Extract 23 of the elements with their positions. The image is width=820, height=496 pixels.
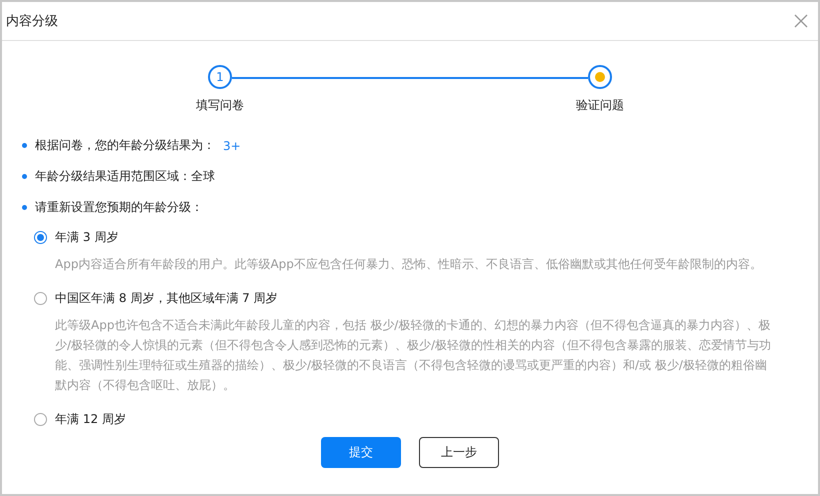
option-label[interactable]: 年满 12 周岁 (55, 411, 126, 428)
info-text: 根据问卷，您的年龄分级结果为： (35, 137, 215, 154)
step-label: 验证问题 (576, 97, 624, 114)
submit-button[interactable]: 提交 (321, 437, 401, 468)
bullet-dot (22, 205, 27, 210)
step-indicator: 1 (208, 65, 232, 89)
option-label[interactable]: 年满 3 周岁 (55, 229, 118, 246)
dialog-title: 内容分级 (6, 13, 58, 30)
radio-button[interactable] (34, 292, 47, 305)
step-indicator (588, 65, 612, 89)
info-text: 请重新设置您预期的年龄分级： (35, 199, 203, 216)
back-button[interactable]: 上一步 (419, 437, 499, 468)
bullet-dot (22, 174, 27, 179)
option-label[interactable]: 中国区年满 8 周岁，其他区域年满 7 周岁 (55, 290, 278, 307)
option-description: 此等级App也许包含不适合未满此年龄段儿童的内容，包括 极少/极轻微的卡通的、幻想的暴力内容（但不得包含逼真的暴力内容）、极少/极轻微的令人惊惧的元素（但不得包含令人感到恐怖的元素）、极少/极轻微的性相关的内容（但不得包含暴露的服装、恋爱情节与功能、强调性别生理特征或生殖器的描绘）、极少/极轻微的不良语言（不得包含轻微的谩骂或更严重的内容）和/或 极少/极轻微的粗俗幽默内容（不得包含呕吐、放屁）。 (55, 317, 772, 394)
radio-button[interactable] (34, 413, 47, 426)
step-label: 填写问卷 (196, 97, 244, 114)
radio-button[interactable] (34, 231, 47, 244)
option-description: App内容适合所有年龄段的用户。此等级App不应包含任何暴力、恐怖、性暗示、不良语言、低俗幽默或其他任何受年龄限制的内容。 (55, 256, 763, 273)
info-text: 年龄分级结果适用范围区域：全球 (35, 168, 215, 185)
bullet-dot (22, 143, 27, 148)
rating-value: 3+ (223, 138, 241, 152)
close-icon[interactable] (792, 12, 810, 30)
